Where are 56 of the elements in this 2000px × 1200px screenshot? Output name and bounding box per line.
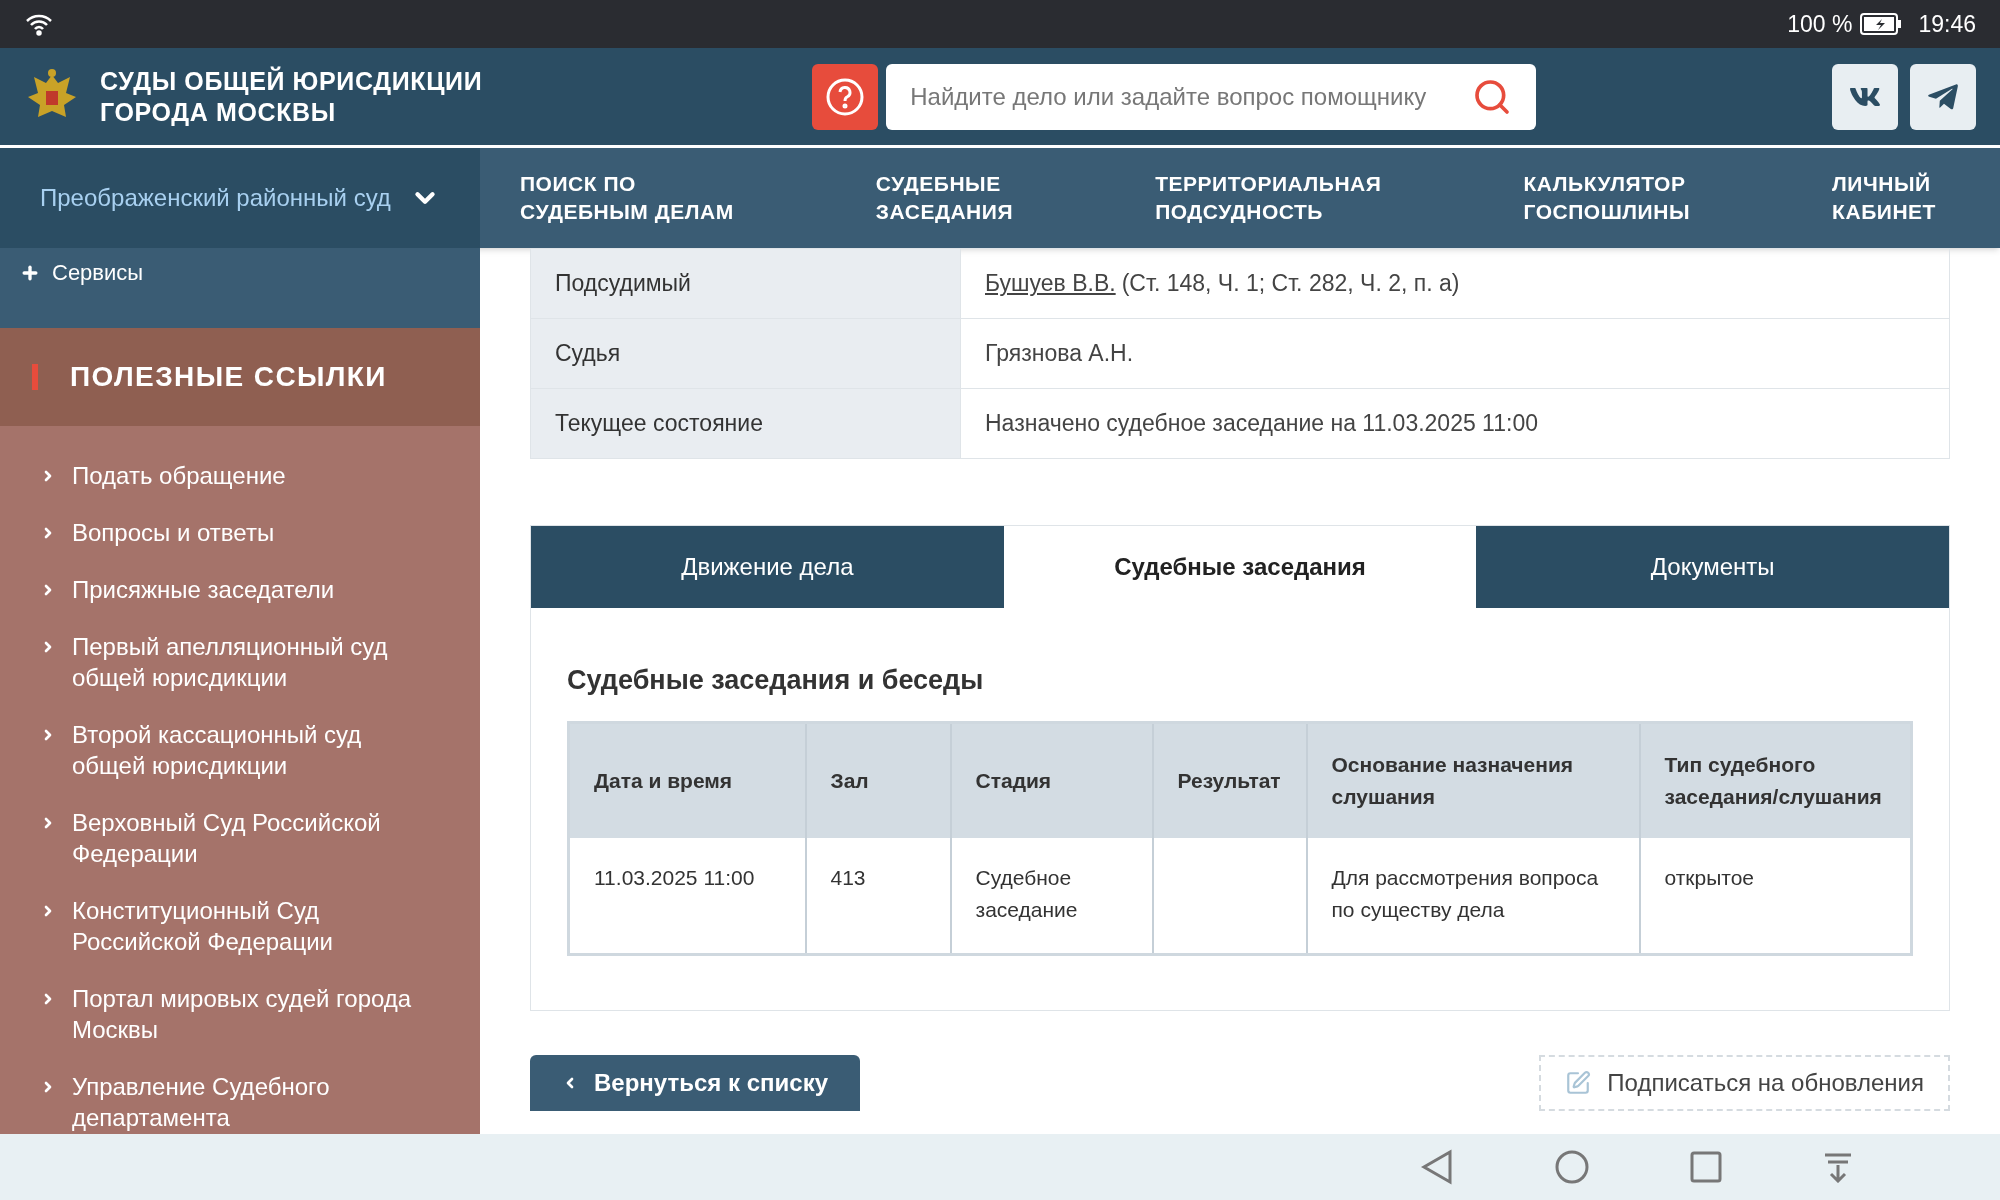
info-label: Судья (531, 319, 961, 388)
edit-icon (1565, 1069, 1592, 1096)
nav-link[interactable]: ТЕРРИТОРИАЛЬНАЯ ПОДСУДНОСТЬ (1155, 170, 1382, 226)
column-header: Стадия (950, 722, 1153, 838)
column-header: Дата и время (568, 722, 806, 838)
info-value: Бушуев В.В. (Ст. 148, Ч. 1; Ст. 282, Ч. 2, п. а) (961, 249, 1949, 318)
table-cell: Для рассмотрения вопроса по существу дела (1331, 866, 1599, 921)
sidebar-link[interactable]: Верховный Суд Российской Федерации (40, 807, 456, 869)
battery-icon (1860, 13, 1903, 35)
nav-link[interactable]: ЛИЧНЫЙ КАБИНЕТ (1832, 170, 1936, 226)
sidebar-link[interactable]: Управление Судебного департамента (40, 1071, 456, 1133)
sidebar-link[interactable]: Присяжные заседатели (40, 574, 456, 605)
recents-nav-icon[interactable] (1690, 1151, 1722, 1183)
table-cell: 11.03.2025 11:00 (594, 866, 755, 889)
section-heading: Судебные заседания и беседы (567, 664, 985, 697)
column-header: Результат (1152, 722, 1307, 838)
tab[interactable]: Движение дела (531, 526, 1004, 608)
info-label: Текущее состояние (531, 389, 961, 458)
home-nav-icon[interactable] (1554, 1149, 1590, 1185)
search-field[interactable]: Найдите дело или задайте вопрос помощнику (886, 63, 1537, 130)
notifications-nav-icon[interactable] (1822, 1151, 1854, 1183)
telegram-button[interactable] (1910, 63, 1976, 130)
column-header: Основание назначения слушания (1306, 722, 1640, 838)
back-button[interactable]: Вернуться к списку (530, 1054, 860, 1111)
sidebar-link[interactable]: Подать обращение (40, 460, 456, 491)
table-cell: 413 (830, 866, 866, 889)
clock-time: 19:46 (1918, 9, 1976, 39)
back-nav-icon[interactable] (1420, 1149, 1454, 1185)
table-cell: Судебное заседание (975, 866, 1078, 921)
column-header: Тип судебного заседания/слушания (1639, 722, 1912, 838)
court-selector[interactable]: Преображенский районный суд (0, 148, 480, 248)
subscribe-button[interactable]: Подписаться на обновления (1539, 1054, 1950, 1111)
help-icon (825, 76, 866, 117)
sidebar-link[interactable]: Первый апелляционный суд общей юрисдикции (40, 631, 456, 693)
info-value: Назначено судебное заседание на 11.03.2025 11:00 (984, 409, 1539, 439)
column-header: Зал (805, 722, 951, 838)
wifi-icon (24, 12, 54, 36)
table-cell: открытое (1664, 866, 1755, 889)
tab[interactable]: Документы (1476, 526, 1949, 608)
section-title: ПОЛЕЗНЫЕ ССЫЛКИ (70, 360, 387, 394)
vk-button[interactable] (1832, 63, 1898, 130)
sidebar-link[interactable]: Портал мировых судей города Москвы (40, 983, 456, 1045)
sidebar-link[interactable]: Конституционный Суд Российской Федерации (40, 895, 456, 957)
battery-level: 100 % (1787, 9, 1853, 39)
sidebar-link[interactable]: Второй кассационный суд общей юрисдикции (40, 719, 456, 781)
sidebar-link[interactable]: Вопросы и ответы (40, 517, 456, 548)
accent-bar (32, 364, 38, 390)
defendant-link[interactable]: Бушуев В.В. (985, 266, 1116, 301)
nav-link[interactable]: ПОИСК ПО СУДЕБНЫМ ДЕЛАМ (520, 170, 734, 226)
info-value: Грязнова А.Н. (984, 339, 1135, 369)
site-title: СУДЫ ОБЩЕЙ ЮРИСДИКЦИИ ГОРОДА МОСКВЫ (100, 65, 483, 128)
nav-link[interactable]: СУДЕБНЫЕ ЗАСЕДАНИЯ (875, 170, 1014, 226)
info-label: Подсудимый (531, 249, 961, 318)
help-button[interactable] (812, 63, 879, 130)
nav-link[interactable]: КАЛЬКУЛЯТОР ГОСПОШЛИНЫ (1523, 170, 1690, 226)
services-toggle[interactable]: Сервисы (20, 256, 144, 289)
